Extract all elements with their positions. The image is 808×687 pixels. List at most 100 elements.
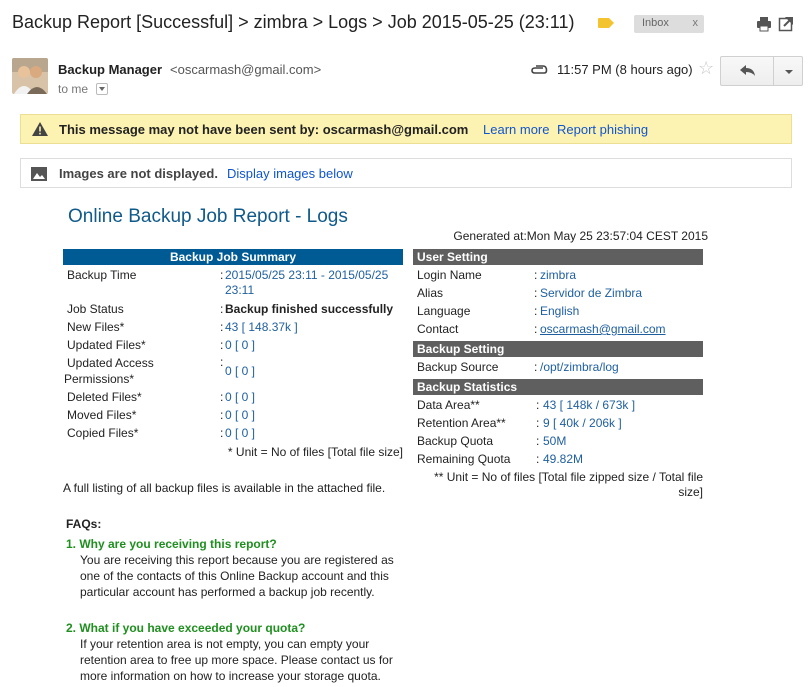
listing-note: A full listing of all backup files is av… (63, 481, 386, 495)
summary-colon: : (220, 408, 224, 422)
summary-colon: : (220, 338, 224, 352)
inbox-label-chip[interactable]: Inbox x (634, 15, 704, 33)
faq-item: 1. Why are you receiving this report? Yo… (66, 537, 406, 600)
setting-label: Language (417, 304, 471, 318)
setting-row: Language : English (413, 302, 703, 320)
stat-label: Retention Area** (417, 416, 506, 430)
sender-email: <oscarmash@gmail.com> (170, 62, 322, 77)
stat-value: 9 [ 40k / 206k ] (543, 416, 622, 430)
email-timestamp: 11:57 PM (8 hours ago) (557, 62, 693, 77)
learn-more-link[interactable]: Learn more (483, 122, 549, 137)
faq-question: 1. Why are you receiving this report? (66, 537, 277, 551)
faq-answer: You are receiving this report because yo… (80, 553, 394, 599)
setting-row: Alias : Servidor de Zimbra (413, 284, 703, 302)
setting-value: zimbra (540, 268, 577, 282)
summary-label: Updated Access (67, 356, 154, 370)
summary-value: 0 [ 0 ] (225, 390, 256, 404)
stat-colon: : (536, 434, 540, 448)
summary-label: Copied Files* (67, 426, 139, 440)
setting-value: English (540, 304, 580, 318)
images-not-displayed-text: Images are not displayed. (59, 166, 218, 181)
stat-label: Data Area** (417, 398, 480, 412)
contact-email-link[interactable]: oscarmash@gmail.com (540, 322, 666, 336)
stat-value: 50M (543, 434, 567, 448)
setting-label: Login Name (417, 268, 482, 282)
setting-value: Servidor de Zimbra (540, 286, 643, 300)
stat-value: 49.82M (543, 452, 584, 466)
generated-at: Generated at:Mon May 25 23:57:04 CEST 20… (453, 229, 708, 243)
backup-setting-header: Backup Setting (413, 341, 703, 357)
label-tag-icon[interactable] (598, 18, 614, 28)
image-icon (31, 167, 47, 181)
statistics-footnote: ** Unit = No of files [Total file zipped… (434, 470, 703, 499)
stat-label: Remaining Quota (417, 452, 511, 466)
setting-label: Backup Source (417, 360, 499, 374)
summary-colon: : (220, 426, 224, 440)
summary-label: Deleted Files* (67, 390, 142, 404)
stat-colon: : (536, 398, 540, 412)
report-phishing-link[interactable]: Report phishing (557, 122, 648, 137)
summary-header: Backup Job Summary (63, 249, 403, 265)
summary-footnote: * Unit = No of files [Total file size] (227, 445, 403, 459)
faqs-title: FAQs: (66, 517, 102, 531)
setting-colon: : (534, 304, 538, 318)
user-setting-header: User Setting (413, 249, 703, 265)
sender-name[interactable]: Backup Manager (58, 62, 162, 77)
stat-value: 43 [ 148k / 673k ] (543, 398, 636, 412)
stat-row: Remaining Quota : 49.82M (413, 450, 703, 468)
sender-avatar (12, 58, 48, 94)
setting-value: /opt/zimbra/log (540, 360, 619, 374)
report-title: Online Backup Job Report - Logs (68, 206, 348, 227)
summary-value: 0 [ 0 ] (225, 426, 256, 440)
paperclip-icon (531, 65, 548, 74)
setting-colon: : (534, 268, 538, 282)
summary-label-line2: Permissions* (64, 372, 135, 386)
setting-row: Contact : oscarmash@gmail.com (413, 320, 703, 338)
summary-value: 0 [ 0 ] (225, 338, 256, 352)
backup-statistics-header: Backup Statistics (413, 379, 703, 395)
summary-value: 43 [ 148.37k ] (225, 320, 298, 334)
images-not-displayed-banner: Images are not displayed. Display images… (20, 158, 792, 188)
summary-colon: : (220, 390, 224, 404)
faq-item: 2. What if you have exceeded your quota?… (66, 621, 406, 684)
faq-answer: If your retention area is not empty, you… (80, 637, 393, 683)
sender-row: Backup Manager <oscarmash@gmail.com> to … (12, 56, 803, 100)
stat-label: Backup Quota (417, 434, 494, 448)
setting-label: Contact (417, 322, 459, 336)
show-details-caret-icon[interactable] (96, 83, 108, 95)
reply-icon (740, 65, 755, 76)
summary-label: New Files* (67, 320, 125, 334)
summary-value: 2015/05/25 23:11 - 2015/05/25 23:11 (225, 268, 389, 297)
stat-colon: : (536, 416, 540, 430)
setting-colon: : (534, 360, 538, 374)
faq-question: 2. What if you have exceeded your quota? (66, 621, 306, 635)
reply-button[interactable] (720, 56, 774, 86)
more-actions-button[interactable] (773, 56, 803, 86)
setting-row: Backup Source : /opt/zimbra/log (413, 358, 703, 376)
stat-row: Backup Quota : 50M (413, 432, 703, 450)
stat-row: Data Area** : 43 [ 148k / 673k ] (413, 396, 703, 414)
subject-row: Backup Report [Successful] > zimbra > Lo… (12, 12, 802, 42)
new-window-icon[interactable] (778, 16, 794, 32)
summary-label: Moved Files* (67, 408, 137, 422)
star-icon[interactable]: ☆ (698, 58, 714, 79)
summary-label: Job Status (67, 302, 124, 316)
remove-label-button[interactable]: x (693, 17, 699, 29)
summary-colon: : (220, 355, 224, 369)
inbox-chip-label: Inbox (642, 17, 669, 29)
summary-value: 0 [ 0 ] (225, 364, 256, 378)
email-subject: Backup Report [Successful] > zimbra > Lo… (12, 12, 575, 32)
phishing-warning-banner: This message may not have been sent by: … (20, 114, 792, 144)
stat-row: Retention Area** : 9 [ 40k / 206k ] (413, 414, 703, 432)
summary-value: 0 [ 0 ] (225, 408, 256, 422)
stat-colon: : (536, 452, 540, 466)
summary-colon: : (220, 320, 224, 334)
setting-row: Login Name : zimbra (413, 266, 703, 284)
print-icon[interactable] (756, 16, 772, 32)
summary-value: Backup finished successfully (225, 302, 394, 316)
summary-label: Updated Files* (67, 338, 146, 352)
summary-label: Backup Time (67, 268, 137, 282)
warning-icon (32, 122, 48, 136)
setting-colon: : (534, 322, 538, 336)
display-images-link[interactable]: Display images below (227, 166, 353, 181)
